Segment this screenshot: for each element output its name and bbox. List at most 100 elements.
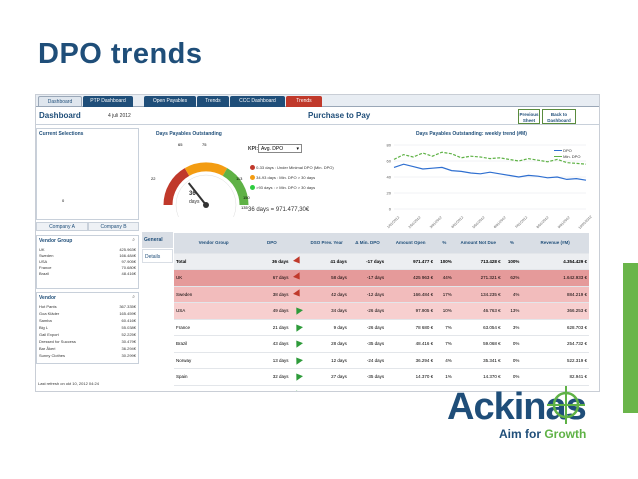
column-header[interactable]: % — [502, 233, 522, 254]
table-cell: 1.642.933 € — [521, 269, 589, 287]
header-bar: Dashboard 4 juli 2012 Purchase to Pay Pr… — [36, 108, 599, 125]
list-item[interactable]: France 70.680€ — [39, 265, 136, 270]
tab-trends[interactable]: Trends — [197, 96, 229, 107]
table-cell: 7% — [435, 319, 454, 336]
tab-general[interactable]: General — [142, 232, 173, 248]
tab-open-payables[interactable]: Open Payables — [144, 96, 196, 107]
table-row[interactable]: Sweden 38 days 42 days -12 days 166.484 €17%… — [174, 286, 589, 303]
column-header[interactable]: Δ Min. DPO — [348, 233, 387, 254]
table-cell — [290, 335, 305, 353]
table-cell: 67 days — [253, 269, 291, 287]
x-tick-label: 9/01/2012 — [557, 215, 571, 229]
table-cell: 17% — [435, 286, 454, 303]
list-item[interactable]: UK 425.963€ — [39, 247, 136, 252]
table-cell: 44% — [435, 269, 454, 287]
list-item[interactable]: Big L 55.038€ — [39, 325, 136, 330]
list-item[interactable]: Hot Pants 367.335€ — [39, 304, 136, 309]
column-header[interactable] — [290, 233, 305, 254]
table-cell: 49 days — [253, 302, 291, 320]
slide-title: DPO trends — [38, 38, 203, 70]
gauge-tick: 75 — [202, 142, 207, 147]
list-item[interactable]: Goa Kläder 165.459€ — [39, 311, 136, 316]
vendor-group-listbox[interactable]: Vendor Group ⌕ UK 425.963€ Sweden 166.484€… — [36, 235, 139, 289]
gauge-tick: 113 — [236, 176, 243, 181]
table-cell: 13 days — [253, 352, 291, 369]
vendor-label: Vendor — [39, 295, 56, 301]
column-header[interactable]: % — [435, 233, 454, 254]
ackinas-logo: Ackinas Aim for Growth — [445, 376, 610, 446]
table-row[interactable]: Brazil 43 days 28 days -35 days 48.416 €7% 59… — [174, 335, 589, 353]
column-header[interactable]: Vendor Group — [174, 233, 254, 254]
column-header[interactable]: Amount Open — [386, 233, 436, 254]
company-a-tab[interactable]: Company A — [36, 222, 88, 231]
search-icon[interactable]: ⌕ — [132, 294, 135, 300]
table-cell: 425 963 € — [386, 269, 436, 287]
table-cell: 37 days — [304, 385, 349, 391]
table-cell: 3% — [502, 319, 522, 336]
column-header[interactable]: Revenue (#M) — [521, 233, 589, 254]
table-cell: 4% — [435, 352, 454, 369]
tab-ptp-dashboard[interactable]: PTP Dashboard — [83, 96, 133, 107]
list-item[interactable]: Samba 60.416€ — [39, 318, 136, 323]
table-cell: 100% — [502, 253, 522, 270]
table-cell: -17 days — [348, 253, 387, 270]
gauge-title: Days Payables Outstanding — [156, 131, 222, 137]
table-cell — [290, 302, 305, 320]
table-row[interactable]: Norway 13 days 12 days -24 days 36.294 €4% 35… — [174, 352, 589, 369]
table-cell: 19 days — [253, 385, 291, 391]
table-cell: 100% — [435, 253, 454, 270]
tab-dashboard[interactable]: Dashboard — [38, 96, 82, 107]
company-b-tab[interactable]: Company B — [88, 222, 139, 231]
table-cell: 254.732 € — [521, 335, 589, 353]
table-row[interactable]: USA 49 days 34 days -26 days 97.905 €10% 46.7… — [174, 302, 589, 320]
tab-details[interactable]: Details — [142, 249, 173, 263]
list-item[interactable]: Gail Export 52.225€ — [39, 332, 136, 337]
table-cell: 7% — [435, 335, 454, 353]
list-item[interactable]: USA 97.905€ — [39, 259, 136, 264]
table-cell: Germany — [174, 385, 254, 391]
back-to-dashboard-button[interactable]: Back to Dashboard — [542, 109, 576, 124]
table-row[interactable]: Total 36 days 41 days -17 days 971.477 €100%… — [174, 253, 589, 270]
trend-title: Days Payables Outstanding: weekly trend … — [416, 131, 527, 137]
arrow-down-icon — [292, 255, 303, 266]
gauge-value: 36 — [189, 191, 196, 197]
kpi-select[interactable]: Avg. DPO ▾ — [258, 144, 302, 153]
current-selections-label: Current Selections — [39, 131, 84, 137]
table-row[interactable]: France 21 days 9 days -26 days 78 680 €7% 63.… — [174, 319, 589, 336]
y-tick-label: 0 — [389, 207, 392, 212]
column-header[interactable]: DPO — [253, 233, 291, 254]
x-tick-label: 10/01/2012 — [578, 215, 593, 229]
table-cell: France — [174, 319, 254, 336]
x-tick-label: 7/01/2012 — [514, 215, 528, 229]
tab-trends-2[interactable]: Trends — [286, 96, 322, 107]
column-header[interactable]: DSO Prev. Year — [304, 233, 349, 254]
gauge-tick: 135 — [241, 205, 248, 210]
x-tick-label: 3/01/2012 — [429, 215, 443, 229]
list-item[interactable]: Sunny Clothes 30.299€ — [39, 353, 136, 358]
dashboard-screenshot: Dashboard PTP Dashboard Open Payables Tr… — [35, 94, 600, 392]
previous-sheet-button[interactable]: Previous Sheet — [518, 109, 540, 124]
tab-ccc-dashboard[interactable]: CCC Dashboard — [230, 96, 285, 107]
last-refresh-text: Last refresh on okt 10, 2012 04:24 — [38, 381, 99, 386]
list-item[interactable]: Dressed for Success 30.479€ — [39, 339, 136, 344]
table-cell — [290, 269, 305, 287]
table-cell: 0% — [502, 352, 522, 369]
vendor-listbox[interactable]: Vendor ⌕ Hot Pants 367.335€ Goa Kläder 165… — [36, 292, 139, 364]
table-row[interactable]: UK 67 days 58 days -17 days 425 963 €44% 271.… — [174, 269, 589, 287]
table-cell: 97.905 € — [386, 302, 436, 320]
table-cell: -27 days — [348, 385, 387, 391]
logo-graphic: Ackinas Aim for Growth — [447, 386, 587, 441]
table-cell: 166.484 € — [386, 286, 436, 303]
column-header[interactable]: Amount Not Due — [453, 233, 503, 254]
list-item[interactable]: Bar Åkeri 36.294€ — [39, 346, 136, 351]
table-cell: USA — [174, 302, 254, 320]
search-icon[interactable]: ⌕ — [132, 237, 135, 243]
table-cell: -26 days — [348, 302, 387, 320]
table-cell: 58 days — [304, 269, 349, 287]
list-item[interactable]: Sweden 166.484€ — [39, 253, 136, 258]
table-cell: Norway — [174, 352, 254, 369]
x-tick-label: 8/01/2012 — [536, 215, 550, 229]
arrow-up-icon — [292, 387, 303, 391]
arrow-up-icon — [292, 371, 303, 382]
list-item[interactable]: Brazil 48.416€ — [39, 271, 136, 276]
